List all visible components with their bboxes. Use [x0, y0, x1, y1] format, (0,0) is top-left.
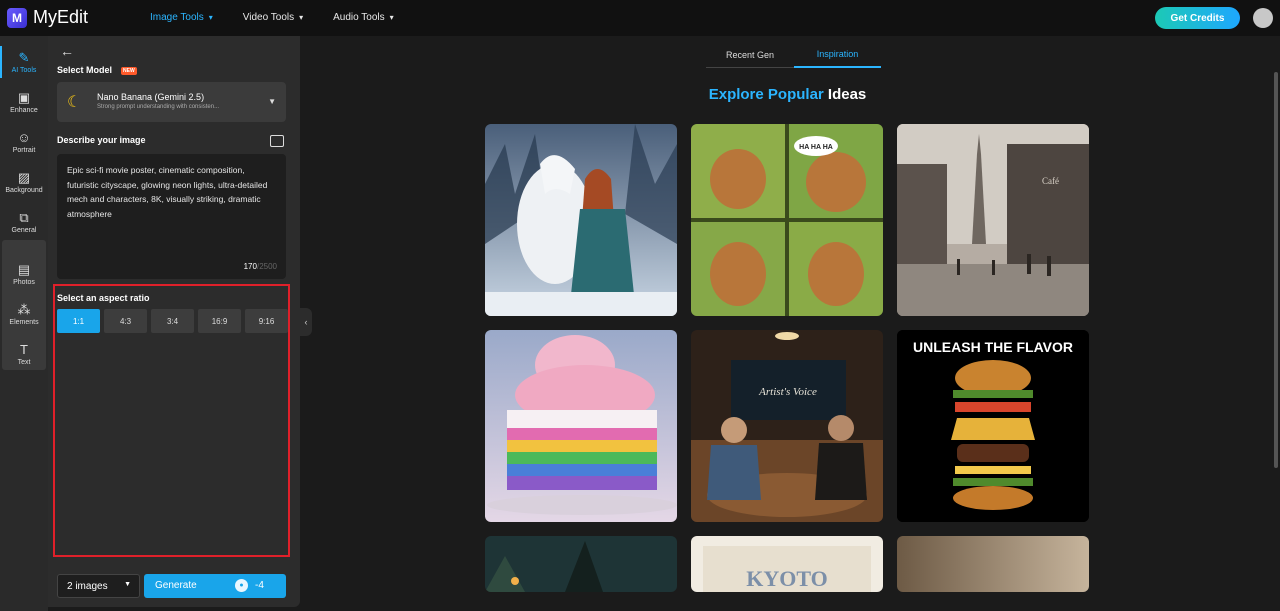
quokka-comic-image: HA HA HA	[691, 124, 883, 316]
model-description: Strong prompt understanding with consist…	[97, 104, 220, 110]
rainbow-cake-card[interactable]	[485, 330, 677, 522]
avatar[interactable]	[1253, 8, 1273, 28]
elements-icon: ⁂	[17, 301, 31, 317]
night-village-card[interactable]	[485, 536, 677, 592]
nav-image-tools[interactable]: Image Tools ▾	[150, 12, 213, 23]
ratio-1-1[interactable]: 1:1	[57, 309, 100, 333]
tab-inspiration[interactable]: Inspiration	[794, 42, 881, 68]
rail-general[interactable]: ⧉ General	[2, 202, 46, 242]
aspect-ratio-label: Select an aspect ratio	[57, 293, 150, 303]
chevron-down-icon: ▼	[124, 581, 131, 588]
interior-card[interactable]	[897, 536, 1089, 592]
prompt-text: Epic sci-fi movie poster, cinematic comp…	[67, 165, 268, 219]
ratio-3-4[interactable]: 3:4	[151, 309, 194, 333]
gallery-tabs: Recent Gen Inspiration	[706, 42, 881, 68]
dropdown-caret-icon: ▼	[268, 97, 276, 106]
cafe-sign-text: Café	[1042, 176, 1059, 186]
myedit-logo-icon: M	[7, 7, 27, 28]
brand-name: MyEdit	[33, 7, 89, 27]
tool-rail: ✎ AI Tools ▣ Enhance ☺ Portrait ▨ Background…	[0, 36, 48, 611]
rainbow-cake-image	[485, 330, 677, 522]
rail-portrait[interactable]: ☺ Portrait	[2, 122, 46, 162]
model-name: Nano Banana (Gemini 2.5)	[97, 92, 205, 102]
back-arrow-icon[interactable]: ←	[60, 43, 74, 59]
get-credits-button[interactable]: Get Credits	[1155, 7, 1240, 29]
ratio-4-3[interactable]: 4:3	[104, 309, 147, 333]
rail-elements[interactable]: ⁂ Elements	[2, 294, 46, 334]
quokka-comic-card[interactable]: HA HA HA	[691, 124, 883, 316]
rail-background[interactable]: ▨ Background	[2, 162, 46, 202]
char-counter: 170/2500	[243, 261, 277, 271]
select-model-label: Select Model	[57, 65, 113, 75]
ratio-9-16[interactable]: 9:16	[245, 309, 288, 333]
rail-enhance[interactable]: ▣ Enhance	[2, 82, 46, 122]
credit-coin-icon: ●	[235, 579, 248, 592]
collapse-panel-button[interactable]: ‹	[300, 308, 312, 336]
magic-wand-icon: ✎	[18, 49, 30, 65]
paris-street-card[interactable]: Café	[897, 124, 1089, 316]
chevron-left-icon: ‹	[304, 317, 308, 327]
generate-button[interactable]: Generate ● -4	[144, 574, 286, 598]
describe-label: Describe your image	[57, 135, 146, 145]
burger-card[interactable]: UNLEASH THE FLAVOR	[897, 330, 1089, 522]
speech-bubble-text: HA HA HA	[799, 144, 833, 151]
portrait-icon: ☺	[17, 129, 31, 145]
burger-image: UNLEASH THE FLAVOR	[897, 330, 1089, 522]
studio-screen-text: Artist's Voice	[758, 386, 817, 398]
image-count-select[interactable]: 2 images ▼	[57, 574, 140, 598]
nav-audio-tools[interactable]: Audio Tools ▾	[333, 12, 394, 23]
generate-cost: -4	[255, 580, 264, 591]
unicorn-woman-image	[485, 124, 677, 316]
podcast-studio-image: Artist's Voice	[691, 330, 883, 522]
chevron-down-icon: ▾	[299, 13, 304, 22]
model-select[interactable]: ☾ Nano Banana (Gemini 2.5) Strong prompt…	[57, 82, 286, 122]
rail-ai-tools[interactable]: ✎ AI Tools	[0, 42, 46, 82]
banana-icon: ☾	[67, 94, 82, 111]
interior-image	[897, 536, 1089, 592]
paris-street-image: Café	[897, 124, 1089, 316]
ratio-16-9[interactable]: 16:9	[198, 309, 241, 333]
new-badge: NEW	[121, 67, 137, 75]
explore-heading: Explore Popular Ideas	[708, 86, 867, 103]
nav-video-tools[interactable]: Video Tools ▾	[243, 12, 303, 23]
aspect-ratio-options: 1:1 4:3 3:4 16:9 9:16	[57, 309, 288, 333]
scrollbar[interactable]	[1274, 72, 1278, 468]
kyoto-card[interactable]: KYOTO	[691, 536, 883, 592]
text-icon: T	[20, 341, 28, 357]
photos-icon: ▤	[17, 261, 31, 277]
night-village-image	[485, 536, 677, 592]
tab-recent-gen[interactable]: Recent Gen	[706, 42, 794, 68]
podcast-studio-card[interactable]: Artist's Voice	[691, 330, 883, 522]
crop-icon: ⧉	[19, 209, 29, 225]
image-upload-icon[interactable]	[270, 135, 284, 147]
background-icon: ▨	[17, 169, 31, 185]
kyoto-image: KYOTO	[691, 536, 883, 592]
ai-tools-panel: ← Select Model NEW ☾ Nano Banana (Gemini…	[48, 36, 300, 607]
top-bar: M MyEdit Image Tools ▾ Video Tools ▾ Audio…	[0, 0, 1280, 36]
enhance-icon: ▣	[17, 89, 31, 105]
rail-photos[interactable]: ▤ Photos	[2, 254, 46, 294]
main-nav: Image Tools ▾ Video Tools ▾ Audio Tools ▾	[150, 12, 394, 23]
rail-text[interactable]: T Text	[2, 334, 46, 374]
burger-headline: UNLEASH THE FLAVOR	[913, 339, 1073, 355]
prompt-textarea[interactable]: Epic sci-fi movie poster, cinematic comp…	[57, 154, 286, 279]
unicorn-woman-card[interactable]	[485, 124, 677, 316]
chevron-down-icon: ▾	[389, 13, 394, 22]
kyoto-headline: KYOTO	[746, 566, 828, 591]
chevron-down-icon: ▾	[208, 13, 213, 22]
logo[interactable]: M MyEdit	[7, 7, 88, 28]
